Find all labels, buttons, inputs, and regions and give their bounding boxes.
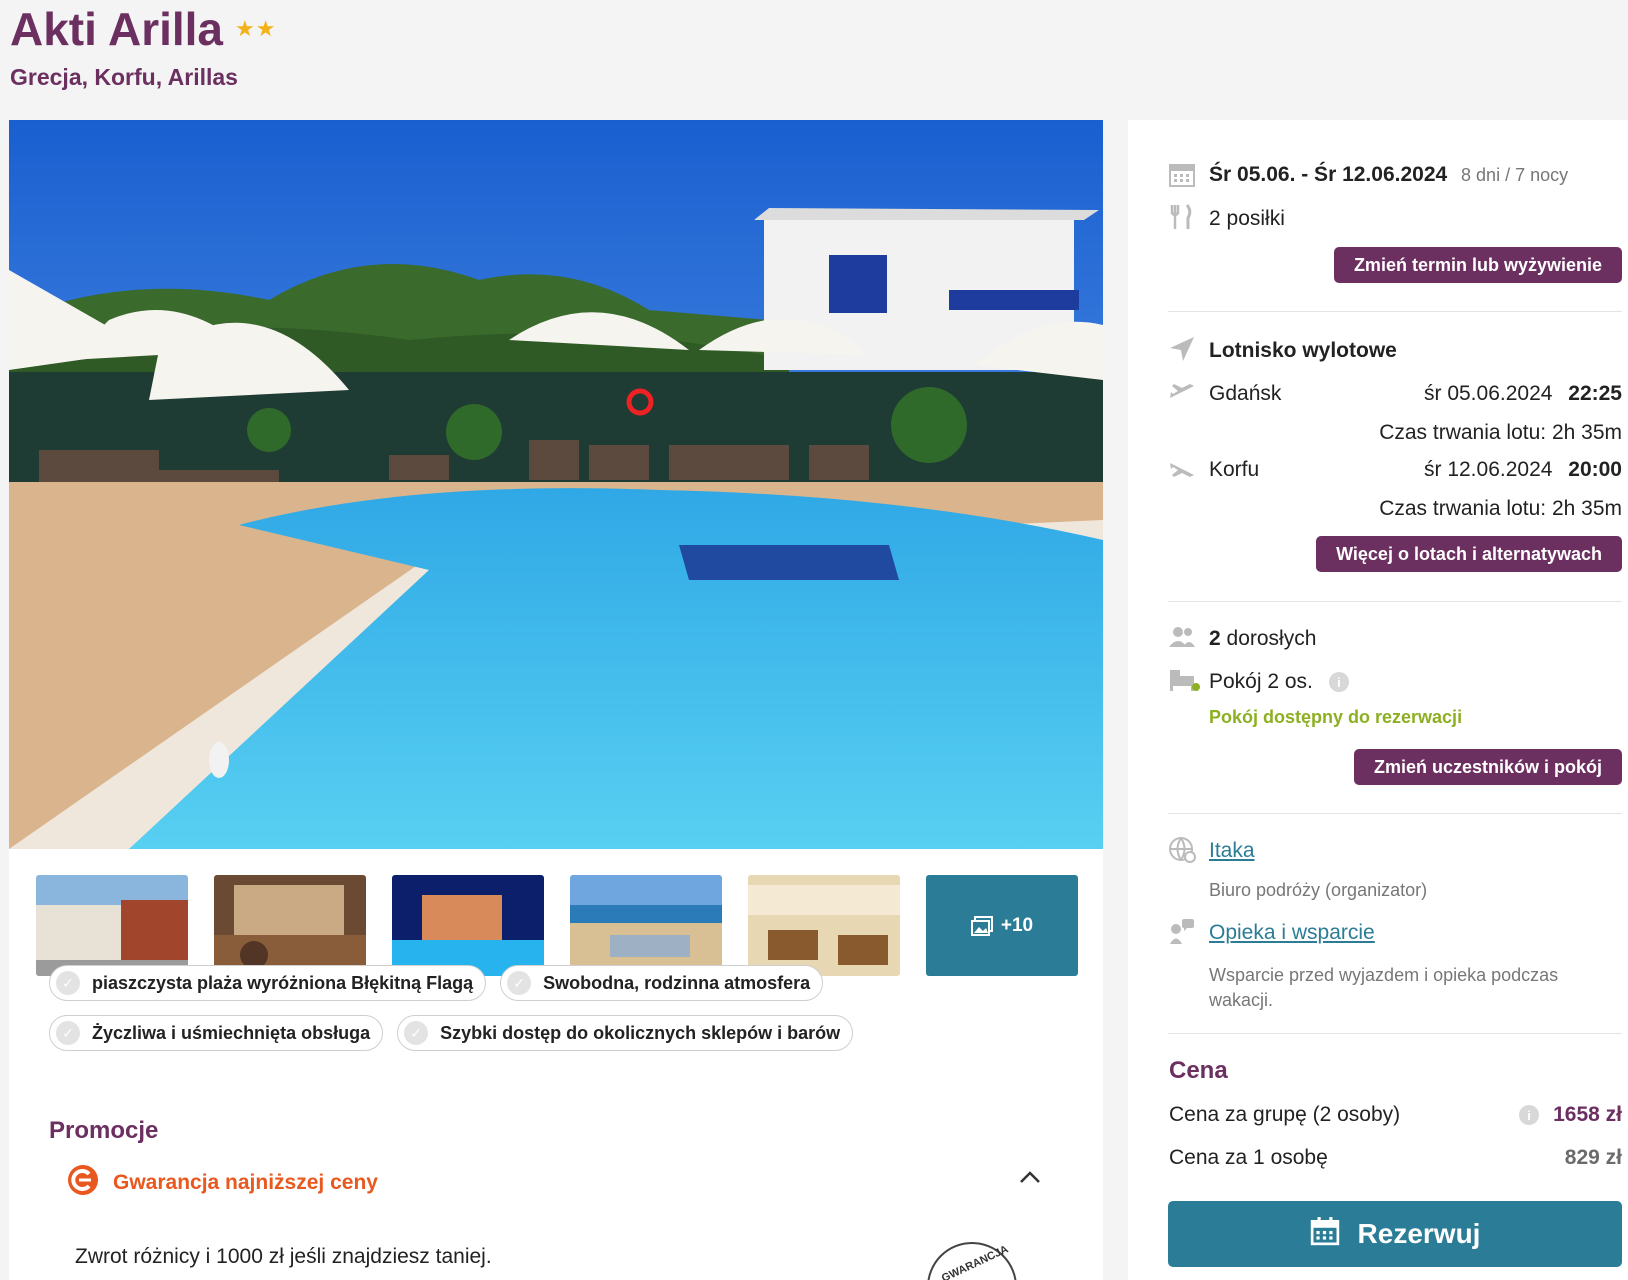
organizer-subtitle: Biuro podróży (organizator) <box>1209 880 1428 900</box>
feature-chip: ✓ Szybki dostęp do okolicznych sklepów i… <box>397 1015 854 1051</box>
photos-icon <box>970 915 993 936</box>
per-person-price-value: 829 zł <box>1564 1146 1622 1169</box>
check-icon: ✓ <box>507 971 532 995</box>
info-icon[interactable]: i <box>1519 1105 1540 1125</box>
navigation-arrow-icon <box>1168 335 1196 363</box>
divider <box>1168 813 1622 814</box>
calendar-icon <box>1310 1216 1340 1253</box>
more-flights-button[interactable]: Więcej o lotach i alternatywach <box>1316 536 1622 572</box>
feature-chip: ✓ Swobodna, rodzinna atmosfera <box>500 965 824 1001</box>
divider <box>1168 311 1622 312</box>
hotel-title: Akti Arilla ★★ <box>10 2 276 56</box>
feature-label: Życzliwa i uśmiechnięta obsługa <box>92 1022 371 1043</box>
trip-duration: 8 dni / 7 nocy <box>1461 165 1569 185</box>
globe-icon <box>1168 835 1196 863</box>
check-icon: ✓ <box>56 971 80 995</box>
thumbnail-strip: +10 <box>36 875 1078 976</box>
return-flight-duration: Czas trwania lotu: 2h 35m <box>1379 497 1622 520</box>
outbound-time: 22:25 <box>1568 382 1622 405</box>
more-photos-count: +10 <box>1000 914 1034 936</box>
booking-sidebar: Śr 05.06. - Śr 12.06.2024 8 dni / 7 nocy… <box>1128 120 1628 1280</box>
room-row: Pokój 2 os. i <box>1209 670 1349 694</box>
cutlery-icon <box>1168 203 1196 231</box>
return-date: śr 12.06.2024 <box>1424 458 1553 481</box>
room-type: Pokój 2 os. <box>1209 670 1313 693</box>
return-datetime: śr 12.06.2024 20:00 <box>1424 458 1622 482</box>
check-icon: ✓ <box>404 1021 429 1045</box>
outbound-flight-duration: Czas trwania lotu: 2h 35m <box>1379 421 1622 444</box>
outbound-city: Gdańsk <box>1209 382 1282 405</box>
hotel-location: Grecja, Korfu, Arillas <box>10 64 238 90</box>
group-price-label: Cena za grupę (2 osoby) <box>1169 1103 1401 1126</box>
price-guarantee-icon <box>67 1164 99 1202</box>
thumbnail-bar[interactable] <box>214 875 366 976</box>
trip-dates-row: Śr 05.06. - Śr 12.06.2024 8 dni / 7 nocy <box>1209 163 1568 187</box>
thumbnail-hotel-exterior[interactable] <box>36 875 188 976</box>
promotion-description: Zwrot różnicy i 1000 zł jeśli znajdziesz… <box>75 1245 492 1268</box>
group-price-row: i 1658 zł <box>1519 1103 1622 1127</box>
change-guests-room-button[interactable]: Zmień uczestników i pokój <box>1353 749 1622 785</box>
feature-chip: ✓ piaszczysta plaża wyróżniona Błękitną … <box>49 965 487 1001</box>
plane-takeoff-icon <box>1168 378 1196 406</box>
stamp-text: GWARANCJA <box>939 1243 1011 1280</box>
feature-chips-row-2: ✓ Życzliwa i uśmiechnięta obsługa ✓ Szyb… <box>49 1015 854 1051</box>
return-time: 20:00 <box>1568 458 1622 481</box>
price-title: Cena <box>1169 1057 1228 1084</box>
group-price-value: 1658 zł <box>1553 1103 1622 1126</box>
departure-airport-label: Lotnisko wylotowe <box>1209 339 1397 362</box>
trip-dates: Śr 05.06. - Śr 12.06.2024 <box>1209 163 1448 186</box>
outbound-date: śr 05.06.2024 <box>1424 382 1553 405</box>
promotion-lowest-price[interactable]: Gwarancja najniższej ceny <box>67 1164 378 1202</box>
divider <box>1168 1033 1622 1034</box>
support-description: Wsparcie przed wyjazdem i opieka podczas… <box>1209 965 1559 1010</box>
check-icon: ✓ <box>56 1021 80 1045</box>
adults-count: 2 <box>1209 627 1221 650</box>
calendar-icon <box>1168 160 1196 188</box>
adults-row: 2 dorosłych <box>1209 627 1316 651</box>
hero-photo-pool[interactable] <box>9 120 1103 849</box>
book-button-label: Rezerwuj <box>1357 1218 1481 1249</box>
feature-label: Swobodna, rodzinna atmosfera <box>543 972 811 993</box>
thumbnail-night-pool[interactable] <box>392 875 544 976</box>
chevron-up-icon[interactable] <box>1019 1170 1041 1189</box>
feature-chips-row-1: ✓ piaszczysta plaża wyróżniona Błękitną … <box>49 965 824 1001</box>
change-date-meals-button[interactable]: Zmień termin lub wyżywienie <box>1333 247 1622 283</box>
thumbnail-restaurant[interactable] <box>748 875 900 976</box>
promotions-title: Promocje <box>49 1117 159 1144</box>
users-icon <box>1168 623 1196 651</box>
thumbnail-beach[interactable] <box>570 875 722 976</box>
room-availability: Pokój dostępny do rezerwacji <box>1209 707 1463 727</box>
guarantee-stamp: GWARANCJA <box>927 1242 1017 1280</box>
outbound-datetime: śr 05.06.2024 22:25 <box>1424 382 1622 406</box>
return-city: Korfu <box>1209 458 1260 481</box>
feature-label: Szybki dostęp do okolicznych sklepów i b… <box>440 1022 841 1043</box>
feature-label: piaszczysta plaża wyróżniona Błękitną Fl… <box>92 972 474 993</box>
more-photos-button[interactable]: +10 <box>926 875 1078 976</box>
feature-chip: ✓ Życzliwa i uśmiechnięta obsługa <box>49 1015 384 1051</box>
hotel-name: Akti Arilla <box>10 3 224 55</box>
book-button[interactable]: Rezerwuj <box>1168 1201 1622 1267</box>
bed-icon <box>1168 666 1200 694</box>
star-rating: ★★ <box>235 16 277 41</box>
divider <box>1168 601 1622 602</box>
promotion-label: Gwarancja najniższej ceny <box>113 1171 378 1194</box>
support-link[interactable]: Opieka i wsparcie <box>1209 921 1375 945</box>
organizer-link[interactable]: Itaka <box>1209 839 1255 863</box>
plane-landing-icon <box>1168 455 1196 483</box>
per-person-price-label: Cena za 1 osobę <box>1169 1146 1328 1169</box>
adults-label: dorosłych <box>1226 627 1317 650</box>
info-icon[interactable]: i <box>1328 672 1349 692</box>
support-agent-icon <box>1168 917 1196 945</box>
hotel-gallery-panel: +10 ✓ piaszczysta plaża wyróżniona Błęki… <box>9 120 1103 1280</box>
meals: 2 posiłki <box>1209 207 1285 230</box>
